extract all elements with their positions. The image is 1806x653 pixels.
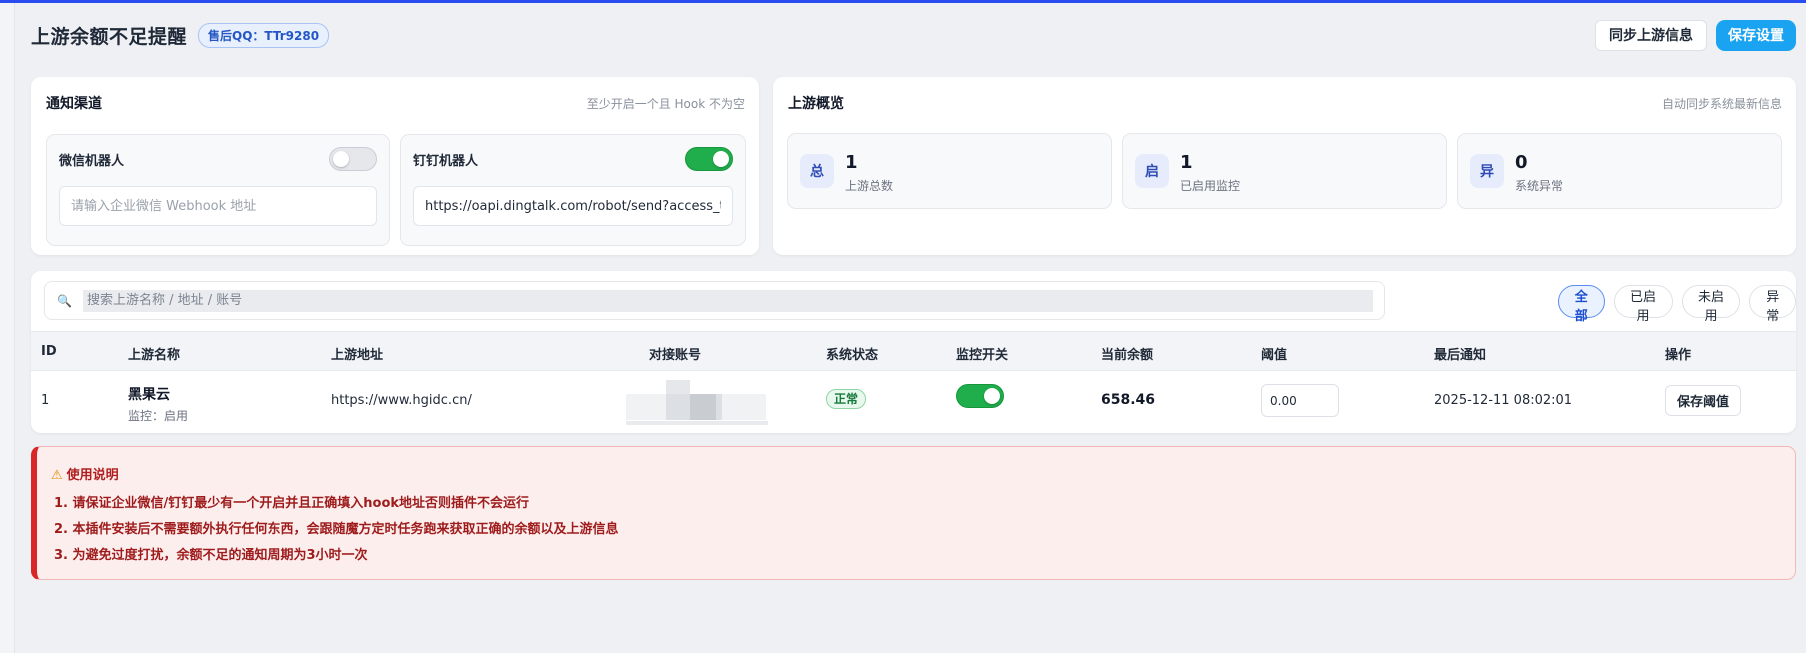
column-header-balance: 当前余额: [1101, 348, 1154, 363]
stat-value: 1: [845, 152, 858, 173]
toggle-knob: [333, 151, 349, 167]
top-accent-bar: [0, 0, 1806, 3]
page-header: 上游余额不足提醒 售后QQ：TTr9280 同步上游信息 保存设置: [31, 18, 1796, 52]
column-header-monitor-switch: 监控开关: [956, 348, 1009, 363]
stat-label: 已启用监控: [1180, 179, 1241, 193]
notify-card-title: 通知渠道: [46, 96, 102, 112]
wechat-bot-header: 微信机器人: [59, 147, 377, 171]
notify-channels-card: 通知渠道 至少开启一个且 Hook 不为空 微信机器人 钉钉机器人: [31, 77, 759, 255]
upstream-overview-card: 上游概览 自动同步系统最新信息 总 1 上游总数 启 1 已启用监控 异 0 系…: [773, 77, 1796, 255]
row-monitor-toggle[interactable]: [956, 384, 1004, 408]
search-icon: 🔍: [57, 293, 72, 308]
stat-label: 上游总数: [845, 179, 894, 193]
stat-value: 0: [1515, 152, 1528, 173]
action-cell: 保存阈值: [1665, 385, 1742, 416]
table-header: ID 上游名称 上游地址 对接账号 系统状态 监控开关 当前余额 阈值 最后通知…: [31, 331, 1796, 371]
stat-value: 1: [1180, 152, 1193, 173]
wechat-webhook-input[interactable]: [59, 186, 377, 226]
search-input[interactable]: [83, 289, 1373, 312]
toggle-knob: [984, 388, 1000, 404]
table-row: 1 黑果云 监控：启用 https://www.hgidc.cn/ 正常 658…: [31, 372, 1796, 432]
wechat-bot-panel: 微信机器人: [46, 134, 390, 246]
status-badge: 正常: [826, 389, 867, 409]
monitor-switch-cell: [956, 384, 1004, 408]
stat-enabled-monitors: 启 1 已启用监控: [1122, 133, 1447, 209]
error-icon: 异: [1470, 154, 1504, 188]
column-header-url: 上游地址: [331, 348, 384, 363]
column-header-actions: 操作: [1665, 348, 1692, 363]
notice-line: 2. 本插件安装后不需要额外执行任何东西，会跟随魔方定时任务跑来获取正确的余额以…: [54, 522, 619, 537]
header-actions: 同步上游信息 保存设置: [1595, 19, 1796, 51]
filter-enabled[interactable]: 已启用: [1613, 285, 1673, 324]
stat-system-errors: 异 0 系统异常: [1457, 133, 1782, 209]
upstream-url: https://www.hgidc.cn/: [331, 393, 472, 408]
dingtalk-bot-toggle[interactable]: [685, 147, 733, 171]
enabled-icon: 启: [1135, 154, 1169, 188]
wechat-bot-label: 微信机器人: [59, 153, 125, 169]
filter-all[interactable]: 全部: [1558, 285, 1605, 324]
column-header-threshold: 阈值: [1261, 348, 1288, 363]
notify-card-header: 通知渠道 至少开启一个且 Hook 不为空: [46, 93, 745, 113]
column-header-last-notify: 最后通知: [1434, 348, 1487, 363]
dingtalk-bot-header: 钉钉机器人: [413, 147, 733, 171]
stat-total-upstreams: 总 1 上游总数: [787, 133, 1112, 209]
overview-card-header: 上游概览 自动同步系统最新信息: [788, 93, 1782, 113]
stat-label: 系统异常: [1515, 179, 1564, 193]
status-filters: 全部 已启用 未启用 异常: [1558, 285, 1796, 324]
row-id: 1: [41, 393, 50, 408]
upstream-name: 黑果云: [128, 387, 170, 403]
overview-card-hint: 自动同步系统最新信息: [1661, 96, 1782, 111]
row-name-cell: 黑果云 监控：启用: [128, 384, 188, 424]
dingtalk-bot-panel: 钉钉机器人: [400, 134, 746, 246]
upstream-table-card: 🔍 全部 已启用 未启用 异常 ID 上游名称 上游地址 对接账号 系统状态 监…: [31, 271, 1796, 433]
dingtalk-webhook-input[interactable]: [413, 186, 733, 226]
account-redacted: [626, 380, 768, 426]
dingtalk-bot-label: 钉钉机器人: [413, 153, 479, 169]
column-header-name: 上游名称: [128, 348, 181, 363]
support-qq-badge: 售后QQ：TTr9280: [198, 22, 330, 48]
notice-line: 1. 请保证企业微信/钉钉最少有一个开启并且正确填入hook地址否则插件不会运行: [54, 496, 530, 511]
page-title: 上游余额不足提醒: [31, 25, 188, 48]
filter-disabled[interactable]: 未启用: [1681, 285, 1741, 324]
warning-icon: ⚠: [51, 468, 63, 483]
notice-title-row: ⚠ 使用说明: [51, 464, 119, 483]
status-cell: 正常: [826, 389, 867, 409]
total-icon: 总: [800, 154, 834, 188]
last-notify-time: 2025-12-11 08:02:01: [1434, 393, 1573, 408]
upstream-monitor-state: 监控：启用: [128, 409, 189, 423]
column-header-account: 对接账号: [649, 348, 702, 363]
toggle-knob: [713, 151, 729, 167]
left-sidebar-edge: [0, 3, 15, 653]
overview-card-title: 上游概览: [788, 96, 844, 112]
save-threshold-button[interactable]: 保存阈值: [1665, 385, 1742, 416]
column-header-system-status: 系统状态: [826, 348, 879, 363]
column-header-id: ID: [41, 344, 57, 359]
notify-card-hint: 至少开启一个且 Hook 不为空: [586, 96, 745, 111]
threshold-input[interactable]: [1261, 384, 1339, 417]
filter-abnormal[interactable]: 异常: [1749, 285, 1796, 324]
sync-upstream-button[interactable]: 同步上游信息: [1595, 19, 1707, 51]
usage-notice: ⚠ 使用说明 1. 请保证企业微信/钉钉最少有一个开启并且正确填入hook地址否则…: [31, 446, 1796, 580]
save-settings-button[interactable]: 保存设置: [1716, 19, 1796, 51]
current-balance: 658.46: [1101, 392, 1156, 408]
notice-line: 3. 为避免过度打扰，余额不足的通知周期为3小时一次: [54, 548, 368, 563]
search-box: 🔍: [44, 281, 1385, 320]
wechat-bot-toggle[interactable]: [329, 147, 377, 171]
notice-title: 使用说明: [66, 468, 119, 483]
threshold-cell: [1261, 384, 1339, 417]
